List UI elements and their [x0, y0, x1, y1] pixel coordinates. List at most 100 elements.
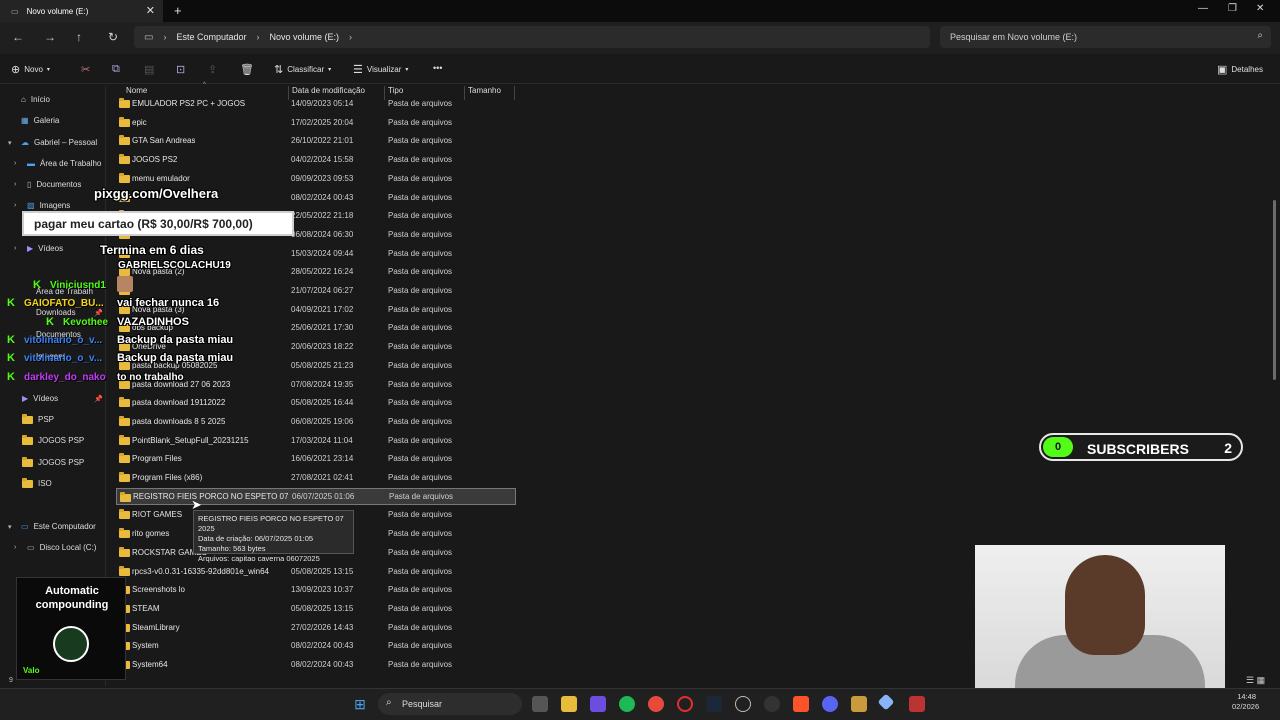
sidebar-item-galeria[interactable]: ▦ Galeria — [8, 116, 59, 125]
sidebar-item-psp[interactable]: PSP — [22, 413, 54, 424]
chevron-down-icon[interactable]: ▾ — [8, 139, 16, 147]
sidebar-item-jogos-psp[interactable]: JOGOS PSP — [22, 434, 84, 445]
folder-icon — [119, 565, 130, 576]
file-row[interactable]: pasta downloads 8 5 2025 06/08/2025 19:06… — [116, 413, 516, 430]
task-view-icon[interactable] — [532, 696, 548, 712]
breadcrumb-este-computador[interactable]: Este Computador — [176, 32, 246, 42]
sidebar-item-this-pc[interactable]: ▾ ▭ Este Computador — [8, 522, 96, 531]
back-icon[interactable]: ← — [12, 30, 24, 44]
sort-label: Classificar — [287, 65, 325, 74]
file-row[interactable]: REGISTRO FIEIS PORCO NO ESPETO 07 20... 0… — [116, 487, 516, 505]
close-tab-icon[interactable]: ✕ — [146, 4, 155, 17]
winrar-icon[interactable] — [909, 696, 925, 712]
sidebar-item-documents[interactable]: › ▯ Documentos — [14, 180, 81, 189]
rename-icon[interactable]: ⊡ — [176, 63, 185, 76]
file-row[interactable]: STEAM 05/08/2025 13:15 Pasta de arquivos — [116, 600, 516, 617]
search-input[interactable]: Pesquisar em Novo volume (E:) ⌕ — [940, 26, 1271, 48]
view-button[interactable]: ☰ Visualizar ▾ — [353, 63, 408, 76]
chevron-right-icon[interactable]: › — [14, 181, 22, 188]
sidebar-item-jogos-psp-2[interactable]: JOGOS PSP — [22, 456, 84, 467]
file-row[interactable]: EMULADOR PS2 PC + JOGOS 14/09/2023 05:14 P… — [116, 95, 516, 112]
chevron-down-icon[interactable]: ▾ — [8, 523, 16, 531]
chevron-right-icon[interactable]: › — [14, 544, 22, 551]
sidebar-item-images[interactable]: › ▨ Imagens — [14, 201, 70, 210]
opera-icon[interactable] — [677, 696, 693, 712]
app-icon[interactable] — [735, 696, 751, 712]
copy-icon[interactable]: ⧉ — [112, 63, 120, 76]
videos-icon: ▶ — [22, 394, 29, 403]
file-type: Pasta de arquivos — [388, 267, 453, 277]
chevron-right-icon[interactable]: › — [14, 245, 22, 252]
sidebar-item-onedrive[interactable]: ▾ ☁ Gabriel – Pessoal — [8, 138, 97, 147]
share-icon[interactable]: ⇪ — [208, 63, 217, 76]
sidebar-item-quick-videos[interactable]: ▶ Vídeos — [22, 394, 58, 403]
file-row[interactable]: Program Files (x86) 27/08/2021 02:41 Pasta… — [116, 469, 516, 486]
disk-icon: ▭ — [27, 543, 35, 552]
folder-icon — [119, 453, 130, 464]
file-row[interactable]: PointBlank_SetupFull_20231215 17/03/2024 … — [116, 432, 516, 449]
folder-icon — [22, 477, 33, 488]
brave-icon[interactable] — [793, 696, 809, 712]
file-row[interactable]: memu emulador 09/09/2023 09:53 Pasta de ar… — [116, 170, 516, 187]
file-name: pasta download 19112022 — [132, 398, 226, 408]
chat-message: Backup da pasta miau — [117, 352, 234, 364]
file-row[interactable]: System64 08/02/2024 00:43 Pasta de arquivo… — [116, 656, 516, 673]
steam-icon[interactable] — [706, 696, 722, 712]
file-row[interactable]: epic 17/02/2025 20:04 Pasta de arquivos — [116, 114, 516, 131]
vertical-scrollbar[interactable] — [1273, 200, 1276, 380]
chrome-icon[interactable] — [648, 696, 664, 712]
file-row[interactable]: SteamLibrary 27/02/2026 14:43 Pasta de arq… — [116, 619, 516, 636]
file-date: 27/02/2026 14:43 — [291, 622, 354, 632]
windows-start-icon[interactable]: ⊞ — [352, 696, 368, 712]
taskbar-search[interactable]: ⌕ Pesquisar — [378, 693, 522, 715]
command-bar — [0, 58, 1280, 84]
minimize-icon[interactable]: — — [1198, 3, 1208, 14]
app-icon[interactable] — [590, 696, 606, 712]
address-bar[interactable]: ▭ › Este Computador › Novo volume (E:) › — [134, 26, 930, 48]
restore-icon[interactable]: ❐ — [1228, 3, 1237, 14]
chevron-right-icon[interactable]: › — [14, 202, 22, 209]
refresh-icon[interactable]: ↻ — [108, 30, 118, 44]
league-icon[interactable] — [851, 696, 867, 712]
system-clock[interactable]: 14:48 02/2026 — [1232, 692, 1259, 712]
sort-button[interactable]: ⇅ Classificar ▾ — [274, 63, 331, 76]
search-icon: ⌕ — [1257, 30, 1263, 41]
new-tab-button[interactable]: + — [174, 3, 182, 18]
subs-goal: 2 — [1224, 440, 1232, 456]
forward-icon[interactable]: → — [44, 30, 56, 44]
chat-username: GAIOFATO_BU... — [24, 298, 104, 309]
chevron-right-icon[interactable]: › — [349, 32, 352, 42]
sidebar-item-desktop[interactable]: › ▬ Área de Trabalho — [14, 159, 101, 168]
breadcrumb-novo-volume[interactable]: Novo volume (E:) — [270, 32, 340, 42]
file-explorer-icon[interactable] — [561, 696, 577, 712]
details-view-icon[interactable]: ☰ ▦ — [1246, 675, 1265, 686]
file-date: 28/05/2022 16:24 — [291, 267, 354, 277]
sidebar-item-videos[interactable]: › ▶ Vídeos — [14, 244, 63, 253]
app-icon[interactable] — [764, 696, 780, 712]
file-row[interactable]: Program Files 16/06/2021 23:14 Pasta de ar… — [116, 450, 516, 467]
more-options-icon[interactable]: ••• — [433, 63, 442, 73]
details-button[interactable]: ▣ Detalhes — [1217, 63, 1263, 76]
pin-icon: 📌 — [94, 310, 103, 317]
close-window-icon[interactable]: ✕ — [1256, 3, 1264, 14]
cut-icon[interactable]: ✂ — [81, 63, 90, 76]
plus-circle-icon: ⊕ — [11, 64, 21, 76]
paste-icon[interactable]: ▤ — [144, 63, 154, 76]
sidebar-item-disk-c[interactable]: › ▭ Disco Local (C:) — [14, 543, 96, 552]
file-row[interactable]: rpcs3-v0.0.31-16335-92dd801e_win64 05/08/… — [116, 563, 516, 580]
discord-icon[interactable] — [822, 696, 838, 712]
sidebar-item-inicio[interactable]: ⌂ Início — [8, 95, 50, 104]
chevron-right-icon[interactable]: › — [14, 160, 22, 167]
spotify-icon[interactable] — [619, 696, 635, 712]
file-row[interactable]: JOGOS PS2 04/02/2024 15:58 Pasta de arquiv… — [116, 151, 516, 168]
file-row[interactable]: System 08/02/2024 00:43 Pasta de arquivos — [116, 637, 516, 654]
explorer-tab[interactable]: ▭ Novo volume (E:) ✕ — [0, 0, 163, 22]
file-row[interactable]: Screenshots lo 13/09/2023 10:37 Pasta de a… — [116, 581, 516, 598]
new-button[interactable]: ⊕ Novo ▾ — [11, 63, 50, 76]
file-row[interactable]: GTA San Andreas 26/10/2022 21:01 Pasta de … — [116, 132, 516, 149]
sidebar-item-iso[interactable]: ISO — [22, 477, 52, 488]
up-icon[interactable]: ↑ — [76, 30, 82, 44]
delete-icon[interactable]: 🗑 — [240, 63, 254, 76]
sidebar-item-label: Início — [30, 95, 50, 104]
file-row[interactable]: pasta download 19112022 05/08/2025 16:44 P… — [116, 394, 516, 411]
